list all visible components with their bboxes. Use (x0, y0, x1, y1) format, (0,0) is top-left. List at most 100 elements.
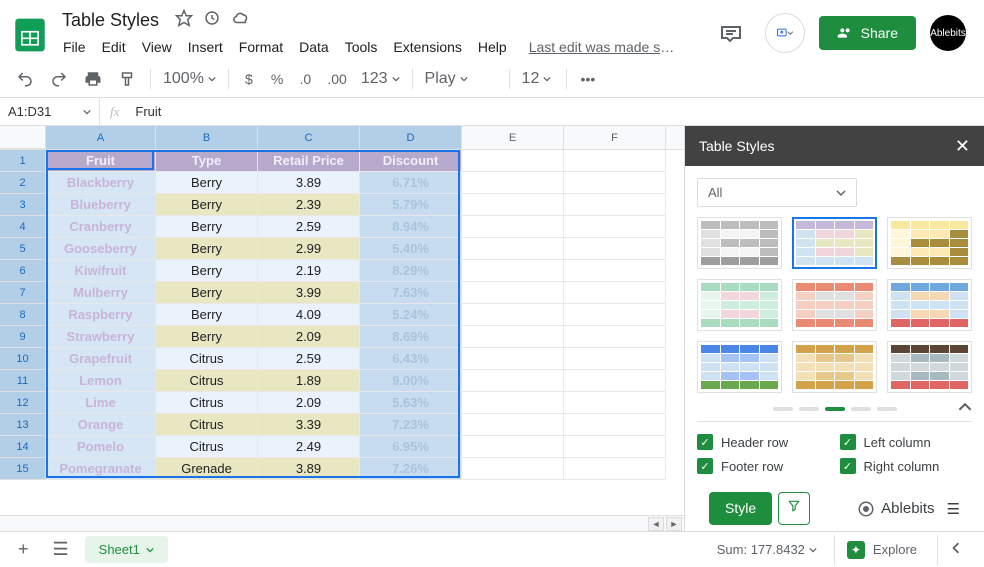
cell[interactable]: Lemon (46, 370, 156, 392)
cell[interactable] (462, 216, 564, 238)
panel-close-icon[interactable]: ✕ (955, 136, 970, 157)
cell[interactable] (564, 172, 666, 194)
cell[interactable]: Berry (156, 304, 258, 326)
cell[interactable]: Berry (156, 326, 258, 348)
cell[interactable]: Citrus (156, 414, 258, 436)
style-thumbnail[interactable] (697, 279, 782, 331)
cell[interactable]: 3.89 (258, 172, 360, 194)
cell[interactable]: 6.43% (360, 348, 462, 370)
cell[interactable] (564, 216, 666, 238)
star-icon[interactable] (175, 9, 193, 32)
move-icon[interactable] (203, 9, 221, 32)
cell[interactable]: Blueberry (46, 194, 156, 216)
row-header[interactable]: 14 (0, 436, 46, 458)
collapse-panel-icon[interactable] (937, 535, 974, 565)
cell[interactable]: 2.39 (258, 194, 360, 216)
cell[interactable]: 8.94% (360, 216, 462, 238)
ablebits-brand[interactable]: Ablebits ☰ (857, 500, 960, 518)
right-column-checkbox[interactable]: ✓Right column (840, 458, 973, 474)
cell[interactable]: Retail Price (258, 150, 360, 172)
cell[interactable]: Berry (156, 238, 258, 260)
style-thumbnail[interactable] (792, 217, 877, 269)
style-thumbnail[interactable] (697, 217, 782, 269)
page-dot[interactable] (773, 407, 793, 411)
cell[interactable] (564, 436, 666, 458)
cell[interactable]: 2.59 (258, 216, 360, 238)
cell[interactable] (564, 194, 666, 216)
paint-format-icon[interactable] (112, 66, 142, 92)
row-header[interactable]: 2 (0, 172, 46, 194)
cell[interactable] (462, 458, 564, 480)
sheet-tab[interactable]: Sheet1 (85, 536, 168, 563)
print-icon[interactable] (78, 66, 108, 92)
increase-decimal-icon[interactable]: .00 (321, 66, 352, 92)
cell[interactable]: Berry (156, 216, 258, 238)
cell[interactable] (462, 370, 564, 392)
footer-row-checkbox[interactable]: ✓Footer row (697, 458, 830, 474)
cell[interactable] (564, 282, 666, 304)
cell[interactable]: 2.19 (258, 260, 360, 282)
share-button[interactable]: Share (819, 16, 916, 50)
cell[interactable]: Citrus (156, 370, 258, 392)
cell[interactable] (564, 260, 666, 282)
row-header[interactable]: 5 (0, 238, 46, 260)
style-thumbnail[interactable] (792, 279, 877, 331)
undo-icon[interactable] (10, 66, 40, 92)
cell[interactable] (462, 436, 564, 458)
select-all-corner[interactable] (0, 126, 46, 149)
row-header[interactable]: 12 (0, 392, 46, 414)
cell[interactable]: Mulberry (46, 282, 156, 304)
cell[interactable] (564, 238, 666, 260)
row-header[interactable]: 6 (0, 260, 46, 282)
column-header-B[interactable]: B (156, 126, 258, 149)
last-edit-link[interactable]: Last edit was made se... (522, 35, 682, 59)
row-header[interactable]: 13 (0, 414, 46, 436)
row-header[interactable]: 3 (0, 194, 46, 216)
cell[interactable]: Blackberry (46, 172, 156, 194)
style-thumbnail[interactable] (887, 341, 972, 393)
cell[interactable]: Orange (46, 414, 156, 436)
number-format-select[interactable]: 123 (357, 68, 404, 90)
scroll-right-icon[interactable]: ► (666, 517, 682, 531)
account-avatar[interactable]: Ablebits (930, 15, 966, 51)
cell[interactable]: Discount (360, 150, 462, 172)
cell[interactable] (462, 348, 564, 370)
cell[interactable] (462, 282, 564, 304)
menu-help[interactable]: Help (471, 35, 514, 59)
menu-view[interactable]: View (135, 35, 179, 59)
font-select[interactable]: Play (421, 68, 501, 90)
cell[interactable] (564, 326, 666, 348)
menu-insert[interactable]: Insert (181, 35, 230, 59)
cell[interactable] (462, 392, 564, 414)
horizontal-scrollbar[interactable]: ◄ ► (0, 515, 684, 531)
cloud-icon[interactable] (231, 9, 251, 32)
cell[interactable]: 5.24% (360, 304, 462, 326)
cell[interactable]: 3.99 (258, 282, 360, 304)
row-header[interactable]: 8 (0, 304, 46, 326)
zoom-select[interactable]: 100% (159, 68, 220, 90)
cell[interactable]: 2.09 (258, 392, 360, 414)
menu-edit[interactable]: Edit (95, 35, 133, 59)
cell[interactable]: Citrus (156, 348, 258, 370)
cell[interactable]: 5.63% (360, 392, 462, 414)
explore-button[interactable]: ✦ Explore (834, 535, 929, 565)
cell[interactable] (462, 326, 564, 348)
cell[interactable] (462, 172, 564, 194)
cell[interactable]: Grenade (156, 458, 258, 480)
page-dot[interactable] (851, 407, 871, 411)
column-header-A[interactable]: A (46, 126, 156, 149)
column-header-E[interactable]: E (462, 126, 564, 149)
cell[interactable]: Pomegranate (46, 458, 156, 480)
decrease-decimal-icon[interactable]: .0 (293, 66, 317, 92)
row-header[interactable]: 11 (0, 370, 46, 392)
left-column-checkbox[interactable]: ✓Left column (840, 434, 973, 450)
cell[interactable]: Pomelo (46, 436, 156, 458)
more-icon[interactable]: ••• (575, 66, 602, 92)
cell[interactable] (564, 392, 666, 414)
cell[interactable]: 5.79% (360, 194, 462, 216)
apply-style-button[interactable]: Style (709, 492, 772, 525)
cell[interactable] (564, 458, 666, 480)
row-header[interactable]: 15 (0, 458, 46, 480)
cell[interactable]: 2.49 (258, 436, 360, 458)
cell[interactable]: 9.00% (360, 370, 462, 392)
